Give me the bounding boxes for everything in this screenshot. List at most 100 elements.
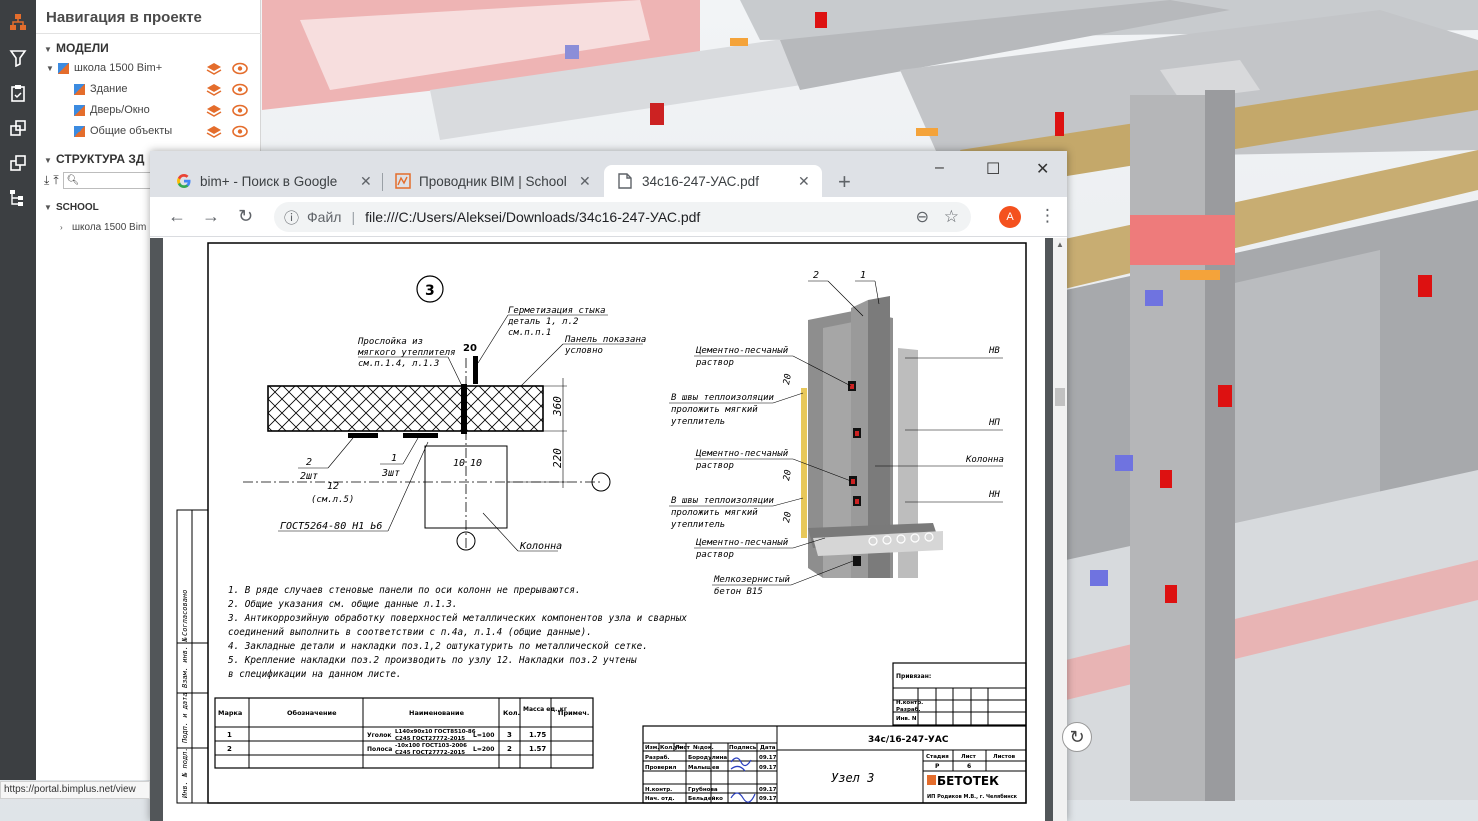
address-bar[interactable]: ⓘ Файл | file:///C:/Users/Aleksei/Downlo…	[274, 202, 971, 232]
layers-icon[interactable]	[206, 62, 222, 75]
model-icon	[74, 125, 85, 137]
layers-icon[interactable]	[206, 104, 222, 117]
row-actions	[206, 83, 248, 96]
table-cell: -10x100 ГОСТ103-2006	[395, 743, 467, 749]
table-header: Кол.	[503, 709, 520, 717]
eye-icon[interactable]	[232, 125, 248, 138]
browser-toolbar: ← → ↻ ⓘ Файл | file:///C:/Users/Aleksei/…	[150, 197, 1067, 237]
info-icon[interactable]: ⓘ	[284, 207, 299, 228]
dimension-label: 20	[782, 511, 794, 523]
layers-icon[interactable]	[206, 125, 222, 138]
reload-icon[interactable]: ↻	[238, 206, 253, 227]
close-icon[interactable]: ✕	[579, 173, 591, 190]
eye-icon[interactable]	[232, 62, 248, 75]
drawing-label: 3шт	[381, 468, 400, 479]
tree-item-model[interactable]: ▼ школа 1500 Bim+	[46, 62, 162, 74]
tab-pdf[interactable]: 34c16-247-УАС.pdf ✕	[604, 165, 822, 197]
connector	[1115, 455, 1133, 471]
table-cell: Полоса	[367, 746, 392, 753]
layers-icon[interactable]	[6, 116, 30, 140]
table-cell: С245 ГОСТ27772-2015	[395, 736, 465, 742]
menu-kebab-icon[interactable]: ⋮	[1039, 206, 1056, 226]
drawing-label: НП	[988, 418, 1000, 428]
notes: 1. В ряде случаев стеновые панели по оси…	[227, 585, 687, 680]
approval-box: Привязан: Н.контр. Разраб. Инв. N	[892, 662, 1027, 726]
table-cell: 3	[507, 731, 512, 739]
drawing-label: мягкого утеплителя	[357, 348, 456, 358]
marker	[1218, 385, 1232, 407]
title-cell: Разраб.	[645, 754, 670, 761]
eye-icon[interactable]	[232, 83, 248, 96]
dimension-label: 10	[453, 458, 465, 469]
filter-icon[interactable]	[6, 46, 30, 70]
tree-structure-icon[interactable]	[6, 186, 30, 210]
drawing-label: (см.л.5)	[311, 495, 354, 505]
drawing-label: условно	[564, 346, 603, 356]
table-cell: 1	[227, 731, 232, 739]
forward-arrow-icon[interactable]: →	[202, 206, 220, 227]
new-tab-button[interactable]: +	[838, 169, 851, 195]
marker	[1160, 470, 1172, 488]
tab-google-search[interactable]: bim+ - Поиск в Google ✕	[164, 165, 382, 197]
drawing-code: 34с/16-247-УАС	[868, 735, 949, 745]
models-section-header[interactable]: ▼ МОДЕЛИ	[44, 41, 109, 55]
reset-view-button[interactable]: ↻	[1062, 722, 1092, 752]
stamp-label: Инв. № подл.	[181, 747, 189, 799]
drawing-label: Мелкозернистый	[713, 575, 790, 585]
profile-avatar[interactable]: A	[999, 206, 1021, 228]
close-icon[interactable]: ✕	[798, 173, 810, 190]
pdf-viewer[interactable]: Согласовано Взам. инв. № Подп. и дата Ин…	[150, 238, 1067, 821]
drawing-label: раствор	[695, 461, 734, 471]
school-section-header[interactable]: ▼ SCHOOL	[44, 202, 99, 213]
scroll-up-arrow-icon[interactable]: ▲	[1056, 240, 1064, 249]
tree-item-label: школа 1500 Bim	[72, 222, 147, 233]
drawing-label: деталь 1, л.2	[507, 317, 578, 327]
hierarchy-icon[interactable]	[6, 10, 30, 34]
clipboard-icon[interactable]	[6, 81, 30, 105]
back-arrow-icon[interactable]: ←	[168, 206, 186, 227]
section-label: SCHOOL	[56, 202, 99, 213]
tree-item-door-window[interactable]: Дверь/Окно	[74, 104, 150, 116]
url-text[interactable]: file:///C:/Users/Aleksei/Downloads/34c16…	[365, 209, 700, 225]
drawing-label: раствор	[695, 550, 734, 560]
tree-item-label: Здание	[90, 83, 128, 95]
row-actions	[206, 104, 248, 117]
section-icon[interactable]	[6, 151, 30, 175]
marker	[1165, 585, 1177, 603]
close-window-button[interactable]: ✕	[1036, 159, 1049, 179]
close-icon[interactable]: ✕	[360, 173, 372, 190]
tab-title: 34c16-247-УАС.pdf	[642, 173, 759, 189]
layers-icon[interactable]	[206, 83, 222, 96]
tree-item-label: Дверь/Окно	[90, 104, 150, 116]
title-cell: 6	[967, 763, 971, 770]
drawing-label: Цементно-песчаный	[695, 449, 789, 459]
eye-icon[interactable]	[232, 104, 248, 117]
star-icon[interactable]: ☆	[944, 207, 959, 227]
connector	[565, 45, 579, 59]
tab-bim-explorer[interactable]: Проводник BIM | School ✕	[383, 165, 601, 197]
title-cell: Изм.	[645, 745, 659, 751]
tree-item-school[interactable]: › школа 1500 Bim	[60, 222, 146, 233]
structure-section-header[interactable]: ▼ СТРУКТУРА ЗД	[44, 152, 144, 166]
table-cell: L=200	[473, 746, 494, 753]
drawing-label: Герметизация стыка	[508, 306, 606, 316]
maximize-button[interactable]: ☐	[986, 159, 1000, 179]
divider: |	[351, 209, 356, 225]
document-icon	[618, 173, 632, 189]
note-line: 5. Крепление накладки поз.2 производить …	[228, 655, 637, 666]
expand-all-icon[interactable]: ⤓	[44, 173, 49, 188]
title-cell: Стадия	[926, 754, 949, 760]
drawing-label: Цементно-песчаный	[695, 538, 789, 548]
connector	[1145, 290, 1163, 306]
tree-item-common-objects[interactable]: Общие объекты	[74, 125, 172, 137]
company-subtitle: ИП Родиков М.В., г. Челябинск	[927, 793, 1018, 800]
zoom-icon[interactable]: ⊖	[916, 207, 929, 227]
tab-title: Проводник BIM | School	[419, 173, 567, 189]
tree-item-label: Общие объекты	[90, 125, 173, 137]
collapse-all-icon[interactable]: ⤒	[53, 173, 58, 188]
minimize-button[interactable]: –	[935, 159, 944, 177]
bimplus-icon	[395, 173, 411, 189]
scroll-thumb[interactable]	[1055, 388, 1065, 406]
tree-item-building[interactable]: Здание	[74, 83, 128, 95]
section-drawing: 3 360 220 Герметизация стыка деталь 1, л…	[243, 275, 646, 552]
